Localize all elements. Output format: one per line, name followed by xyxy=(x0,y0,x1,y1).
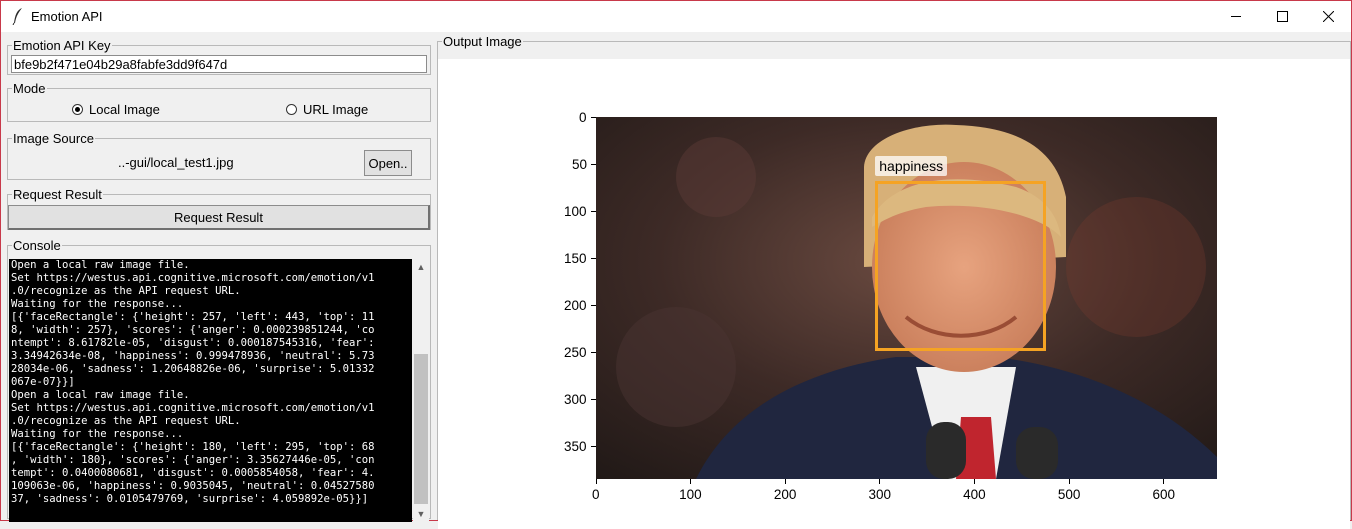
x-tick xyxy=(879,479,881,484)
feather-icon xyxy=(12,8,22,25)
console-line: 37, 'sadness': 0.0105479769, 'surprise':… xyxy=(11,493,369,505)
x-tick-label: 200 xyxy=(773,487,797,502)
console-line: tempt': 0.0400080681, 'disgust': 0.00058… xyxy=(11,467,375,479)
x-tick xyxy=(1068,479,1070,484)
console-line: 109063e-06, 'happiness': 0.9035045, 'neu… xyxy=(11,480,375,492)
console-line: Set https://westus.api.cognitive.microso… xyxy=(11,402,375,414)
console-line: 067e-07}}] xyxy=(11,376,75,388)
y-tick-label: 350 xyxy=(564,439,587,455)
x-tick-label: 100 xyxy=(679,487,702,502)
request-result-legend: Request Result xyxy=(13,187,102,202)
minimize-button[interactable] xyxy=(1213,1,1259,32)
url-image-radio[interactable]: URL Image xyxy=(286,102,368,117)
console-line: 28034e-06, 'sadness': 1.20648826e-06, 's… xyxy=(11,363,375,375)
image-source-group: Image Source ..-gui/local_test1.jpg Open… xyxy=(7,132,431,180)
face-rectangle xyxy=(875,181,1046,351)
x-tick xyxy=(690,479,692,484)
x-tick-label: 0 xyxy=(592,487,600,502)
close-button[interactable] xyxy=(1305,1,1351,32)
x-tick xyxy=(595,479,597,484)
x-tick xyxy=(784,479,786,484)
console-line: Open a local raw image file. xyxy=(11,259,190,271)
y-tick xyxy=(591,210,596,212)
console-scrollbar[interactable]: ▲ ▼ xyxy=(413,259,429,522)
y-tick-label: 50 xyxy=(572,156,588,172)
y-tick-label: 100 xyxy=(564,203,587,219)
local-image-label: Local Image xyxy=(89,102,160,117)
local-image-radio[interactable]: Local Image xyxy=(72,102,160,117)
console-line: .0/recognize as the API request URL. xyxy=(11,285,241,297)
output-image-legend: Output Image xyxy=(443,34,522,49)
y-tick xyxy=(591,257,596,259)
x-tick-label: 600 xyxy=(1152,487,1176,502)
y-tick-label: 200 xyxy=(564,298,587,314)
y-tick-label: 0 xyxy=(579,109,587,125)
scroll-up-icon[interactable]: ▲ xyxy=(413,259,429,275)
y-tick xyxy=(591,446,596,448)
y-tick xyxy=(591,305,596,307)
url-image-label: URL Image xyxy=(303,102,369,117)
console-line: 8, 'width': 257}, 'scores': {'anger': 0.… xyxy=(11,324,375,336)
y-tick xyxy=(591,163,596,165)
image-source-legend: Image Source xyxy=(13,131,94,146)
scroll-down-icon[interactable]: ▼ xyxy=(413,506,429,522)
console-group: Console Open a local raw image file. Set … xyxy=(7,238,431,522)
console-line: Waiting for the response... xyxy=(11,428,184,440)
window-title: Emotion API xyxy=(31,9,103,24)
console-legend: Console xyxy=(13,238,61,253)
request-result-button[interactable]: Request Result xyxy=(8,205,430,230)
y-tick-label: 250 xyxy=(564,345,587,361)
request-result-group: Request Result Request Result xyxy=(7,188,431,230)
y-tick-label: 300 xyxy=(564,392,587,408)
mode-legend: Mode xyxy=(13,81,46,96)
console-line: Set https://westus.api.cognitive.microso… xyxy=(11,272,375,284)
image-source-path: ..-gui/local_test1.jpg xyxy=(118,155,234,170)
x-tick xyxy=(1163,479,1165,484)
x-tick-label: 300 xyxy=(868,487,892,502)
console-line: Waiting for the response... xyxy=(11,298,184,310)
x-tick xyxy=(974,479,976,484)
mode-group: Mode Local Image URL Image xyxy=(7,82,431,122)
api-key-input[interactable] xyxy=(11,55,427,73)
console-output[interactable]: Open a local raw image file. Set https://… xyxy=(9,259,412,522)
open-button[interactable]: Open.. xyxy=(364,150,412,176)
api-key-group: Emotion API Key xyxy=(7,39,431,75)
scroll-thumb[interactable] xyxy=(414,354,428,504)
console-line: , 'width': 180}, 'scores': {'anger': 3.3… xyxy=(11,454,375,466)
x-tick-label: 500 xyxy=(1057,487,1081,502)
y-tick xyxy=(591,399,596,401)
maximize-button[interactable] xyxy=(1259,1,1305,32)
x-tick-label: 400 xyxy=(963,487,986,502)
maximize-icon xyxy=(1276,11,1288,22)
radio-unselected-icon xyxy=(286,104,297,115)
console-line: Open a local raw image file. xyxy=(11,389,190,401)
radio-selected-icon xyxy=(72,104,83,115)
console-line: [{'faceRectangle': {'height': 180, 'left… xyxy=(11,441,375,453)
minimize-icon xyxy=(1231,16,1241,17)
console-line: 3.34942634e-08, 'happiness': 0.999478936… xyxy=(11,350,375,362)
app-window: Emotion API Emotion API Key Mode Local I… xyxy=(0,0,1352,529)
y-tick-label: 150 xyxy=(564,250,587,266)
console-line: ntempt': 8.61782le-05, 'disgust': 0.0001… xyxy=(11,337,375,349)
close-icon xyxy=(1322,11,1334,22)
api-key-legend: Emotion API Key xyxy=(13,38,111,53)
y-tick xyxy=(591,352,596,354)
console-line: [{'faceRectangle': {'height': 257, 'left… xyxy=(11,311,375,323)
output-plot: happiness 0 100 200 300 400 500 600 0 50 100 150 20… xyxy=(438,59,1350,529)
emotion-label: happiness xyxy=(875,156,948,177)
title-bar[interactable]: Emotion API xyxy=(1,1,1351,32)
console-line: .0/recognize as the API request URL. xyxy=(11,415,241,427)
y-tick xyxy=(591,116,596,118)
output-image-group: Output Image happiness 0 100 200 300 400… xyxy=(437,34,1351,529)
